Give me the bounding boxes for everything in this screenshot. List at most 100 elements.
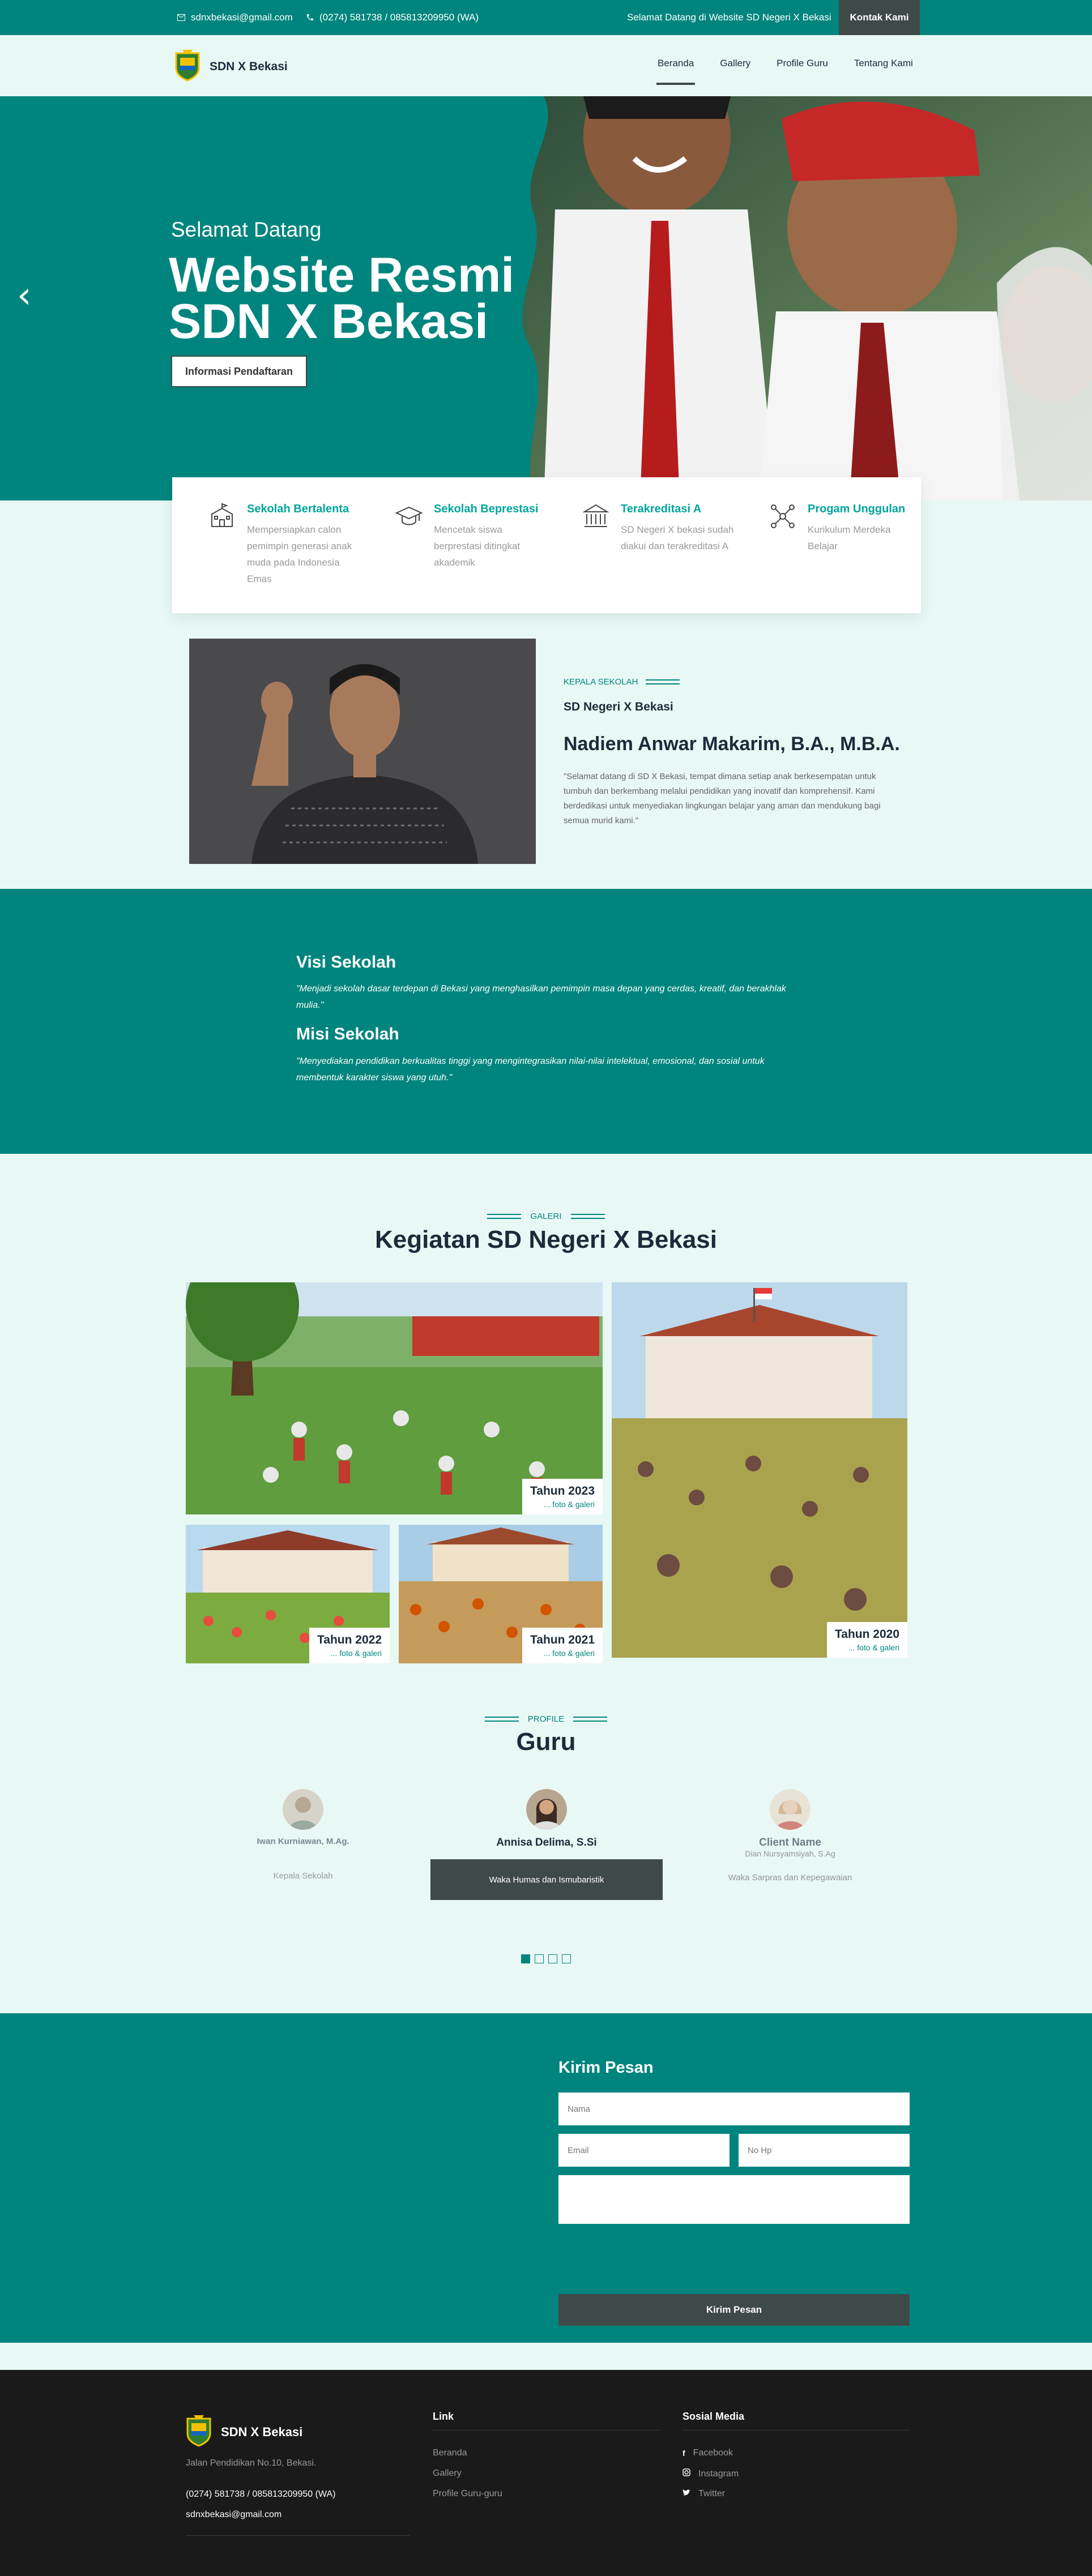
teacher-role: Waka Sarpras dan Kepegawaian (728, 1873, 852, 1882)
footer-brand[interactable]: SDN X Bekasi (185, 2414, 302, 2450)
principal-quote: "Selamat datang di SD X Bekasi, tempat d… (564, 772, 881, 825)
school-logo (173, 49, 202, 84)
nav-gallery[interactable]: Gallery (720, 58, 750, 69)
principal-school: SD Negeri X Bekasi (564, 700, 673, 713)
gallery-tag-label: GALERI (530, 1212, 562, 1221)
gallery-item-2021[interactable]: Tahun 2021 ... foto & galeri (399, 1525, 603, 1663)
nav-beranda[interactable]: Beranda (656, 58, 696, 85)
guru-title: Guru (516, 1728, 576, 1756)
gallery-sub: ... foto & galeri (848, 1643, 899, 1652)
registration-info-button[interactable]: Informasi Pendaftaran (171, 356, 307, 387)
teacher-name: Client Name (759, 1837, 821, 1848)
gallery-year: Tahun 2023 (530, 1484, 595, 1497)
school-logo (185, 2414, 213, 2450)
name-input[interactable] (558, 2093, 910, 2125)
gallery-caption: Tahun 2021 ... foto & galeri (522, 1628, 603, 1663)
carousel-dot[interactable] (521, 1954, 530, 1963)
gallery-item-2020[interactable]: Tahun 2020 ... foto & galeri (612, 1282, 907, 1658)
footer-phone[interactable]: (0274) 581738 / 085813209950 (WA) (186, 2489, 335, 2500)
avatar (526, 1789, 567, 1830)
teacher-card[interactable]: Annisa Delima, S.Si Waka Humas dan Ismub… (430, 1789, 663, 1908)
tag-decoration (487, 1214, 522, 1219)
feature-card: Terakreditasi A SD Negeri X bekasi sudah… (582, 503, 752, 554)
hero-photo (522, 96, 1092, 500)
instagram-icon (682, 2468, 690, 2479)
guru-tag: PROFILE (0, 1714, 1092, 1724)
brand[interactable]: SDN X Bekasi (173, 49, 288, 84)
principal-tag-label: KEPALA SEKOLAH (564, 677, 638, 687)
vision-mission-section: Visi Sekolah "Menjadi sekolah dasar terd… (0, 889, 1092, 1154)
teacher-name: Annisa Delima, S.Si (496, 1837, 597, 1848)
misi-title: Misi Sekolah (296, 1025, 399, 1043)
gallery-year: Tahun 2021 (530, 1633, 595, 1646)
principal-photo (189, 639, 536, 864)
topbar-welcome: Selamat Datang di Website SD Negeri X Be… (627, 12, 831, 23)
footer-social-facebook[interactable]: f Facebook (682, 2448, 733, 2458)
feature-desc: Mencetak siswa berprestasi ditingkat aka… (434, 524, 521, 568)
gallery-sub: ... foto & galeri (543, 1649, 595, 1658)
teacher-role-box: Waka Humas dan Ismubaristik (430, 1859, 663, 1900)
feature-title: Progam Unggulan (808, 503, 906, 515)
footer-social-instagram[interactable]: Instagram (682, 2468, 739, 2479)
footer-social-twitter[interactable]: Twitter (682, 2489, 725, 2499)
tag-decoration (646, 679, 680, 684)
institution-icon (582, 503, 609, 530)
footer-social-label: Instagram (698, 2468, 739, 2479)
principal-name: Nadiem Anwar Makarim, B.A., M.B.A. (564, 733, 900, 755)
teacher-subname: Dian Nursyamsiyah, S.Ag (745, 1849, 835, 1858)
teacher-name: Iwan Kurniawan, M.Ag. (257, 1837, 349, 1846)
carousel-dots (521, 1954, 571, 1963)
footer-link-beranda[interactable]: Beranda (433, 2448, 467, 2458)
visi-text: "Menjadi sekolah dasar terdepan di Bekas… (296, 984, 786, 1010)
misi-text: "Menyediakan pendidikan berkualitas ting… (296, 1056, 765, 1082)
footer-brand-name: SDN X Bekasi (221, 2425, 303, 2439)
feature-card: Progam Unggulan Kurikulum Merdeka Belaja… (769, 503, 939, 554)
nav-profile-guru[interactable]: Profile Guru (777, 58, 828, 69)
carousel-dot[interactable] (535, 1954, 544, 1963)
nav-tentang-kami[interactable]: Tentang Kami (854, 58, 913, 69)
footer-link-profile-guru[interactable]: Profile Guru-guru (433, 2489, 502, 2499)
feature-title: Sekolah Beprestasi (434, 503, 539, 515)
graduation-cap-icon (395, 503, 423, 530)
facebook-icon: f (682, 2449, 685, 2458)
gallery-tag: GALERI (0, 1212, 1092, 1221)
gallery-item-2023[interactable]: Tahun 2023 ... foto & galeri (186, 1282, 603, 1514)
feature-title: Sekolah Bertalenta (247, 503, 349, 515)
avatar (283, 1789, 323, 1830)
gallery-sub: ... foto & galeri (330, 1649, 382, 1658)
contact-title: Kirim Pesan (558, 2059, 654, 2077)
tag-decoration (484, 1717, 519, 1722)
feature-card: Sekolah Beprestasi Mencetak siswa berpre… (395, 503, 565, 571)
gallery-item-2022[interactable]: Tahun 2022 ... foto & galeri (186, 1525, 390, 1663)
email-input[interactable] (558, 2134, 730, 2167)
feature-card: Sekolah Bertalenta Mempersiapkan calon p… (208, 503, 378, 587)
phone-icon (306, 14, 314, 22)
features-panel: Sekolah Bertalenta Mempersiapkan calon p… (172, 477, 921, 613)
topbar-email[interactable]: sdnxbekasi@gmail.com (177, 12, 293, 23)
topbar-email-text: sdnxbekasi@gmail.com (191, 12, 293, 23)
twitter-icon (682, 2489, 690, 2499)
footer-email[interactable]: sdnxbekasi@gmail.com (186, 2510, 281, 2520)
topbar-phone[interactable]: (0274) 581738 / 085813209950 (WA) (306, 12, 479, 23)
navbar: SDN X Bekasi Beranda Gallery Profile Gur… (0, 35, 1092, 96)
footer-social-heading: Sosial Media (682, 2411, 745, 2422)
send-message-button[interactable]: Kirim Pesan (558, 2294, 910, 2326)
tag-decoration (570, 1214, 605, 1219)
feature-desc: Kurikulum Merdeka Belajar (808, 524, 891, 551)
phone-input[interactable] (739, 2134, 910, 2167)
teacher-card[interactable]: Iwan Kurniawan, M.Ag. Kepala Sekolah (193, 1789, 413, 1902)
message-textarea[interactable] (558, 2175, 910, 2224)
gallery-caption: Tahun 2020 ... foto & galeri (827, 1622, 907, 1658)
footer-link-gallery[interactable]: Gallery (433, 2468, 462, 2479)
feature-title: Terakreditasi A (621, 503, 702, 515)
hero-slider: ‹ Selamat Datang Website Resmi SDN X Bek… (0, 96, 1092, 500)
slider-prev-arrow[interactable]: ‹ (17, 277, 32, 314)
footer-divider (186, 2535, 410, 2536)
contact-us-button[interactable]: Kontak Kami (839, 0, 920, 35)
carousel-dot[interactable] (548, 1954, 557, 1963)
gallery-year: Tahun 2022 (317, 1633, 382, 1646)
teacher-card[interactable]: Client Name Dian Nursyamsiyah, S.Ag Waka… (677, 1789, 903, 1902)
gallery-year: Tahun 2020 (835, 1628, 899, 1641)
hero-title-line2: SDN X Bekasi (169, 294, 489, 349)
carousel-dot[interactable] (562, 1954, 571, 1963)
